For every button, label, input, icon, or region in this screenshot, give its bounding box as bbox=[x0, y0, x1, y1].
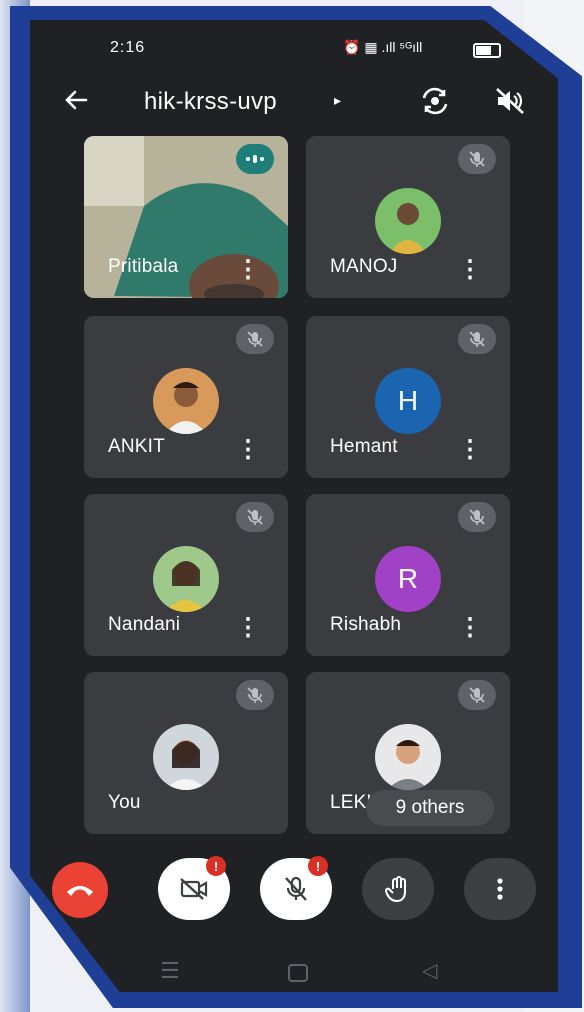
mic-off-icon bbox=[236, 502, 274, 532]
participant-tile[interactable]: Pritibala ⋮ bbox=[84, 136, 288, 298]
recent-apps-icon[interactable]: ☰ bbox=[160, 958, 180, 984]
call-controls: ! ! bbox=[0, 856, 584, 928]
more-options-icon[interactable]: ⋮ bbox=[236, 438, 260, 462]
avatar bbox=[375, 188, 441, 254]
system-nav-bar: ☰ ◁ bbox=[100, 958, 500, 988]
speaker-off-icon[interactable] bbox=[494, 86, 526, 121]
raise-hand-button[interactable] bbox=[362, 858, 434, 920]
participant-tile[interactable]: You bbox=[84, 672, 288, 834]
more-options-icon[interactable]: ⋮ bbox=[458, 438, 482, 462]
participant-name: ANKIT bbox=[108, 436, 165, 457]
camera-toggle-button[interactable]: ! bbox=[158, 856, 230, 920]
alert-badge: ! bbox=[206, 856, 226, 876]
more-options-icon[interactable]: ⋮ bbox=[236, 616, 260, 640]
mic-off-icon bbox=[236, 680, 274, 710]
more-options-icon[interactable]: ⋮ bbox=[458, 258, 482, 282]
home-icon[interactable] bbox=[288, 964, 308, 982]
avatar bbox=[375, 724, 441, 790]
more-options-icon[interactable]: ⋮ bbox=[236, 258, 260, 282]
participant-tile[interactable]: Nandani ⋮ bbox=[84, 494, 288, 656]
more-options-icon[interactable]: ⋮ bbox=[458, 616, 482, 640]
participant-name: MANOJ bbox=[330, 256, 398, 277]
chevron-right-icon[interactable]: ▸ bbox=[334, 92, 341, 109]
more-options-button[interactable] bbox=[464, 858, 536, 920]
signal-icons: ⏰ ▦ .ıll ⁵ᴳıll bbox=[343, 39, 423, 55]
meeting-header: hik-krss-uvp ▸ bbox=[48, 80, 548, 124]
speaking-indicator-icon bbox=[236, 144, 274, 174]
mic-off-icon bbox=[458, 502, 496, 532]
nav-back-icon[interactable]: ◁ bbox=[422, 958, 437, 983]
more-vertical-icon bbox=[497, 878, 503, 900]
avatar: H bbox=[375, 368, 441, 434]
mic-off-icon bbox=[285, 876, 307, 901]
avatar: R bbox=[375, 546, 441, 612]
status-bar: 2:16 ⏰ ▦ .ıll ⁵ᴳıll bbox=[78, 36, 518, 62]
hand-icon bbox=[385, 876, 406, 903]
camera-off-icon bbox=[180, 878, 208, 900]
participant-tile[interactable]: H Hemant ⋮ bbox=[306, 316, 510, 478]
mic-off-icon bbox=[458, 144, 496, 174]
mic-off-icon bbox=[458, 324, 496, 354]
battery-icon bbox=[473, 43, 501, 58]
participant-tile[interactable]: MANOJ ⋮ bbox=[306, 136, 510, 298]
avatar bbox=[153, 368, 219, 434]
participant-name: Rishabh bbox=[330, 614, 402, 635]
participant-name: You bbox=[108, 792, 141, 813]
participant-name: Pritibala bbox=[108, 256, 179, 277]
participant-name: Nandani bbox=[108, 614, 181, 635]
mic-toggle-button[interactable]: ! bbox=[260, 856, 332, 920]
switch-camera-icon[interactable] bbox=[418, 86, 452, 121]
participant-tile[interactable]: R Rishabh ⋮ bbox=[306, 494, 510, 656]
mic-off-icon bbox=[458, 680, 496, 710]
mic-off-icon bbox=[236, 324, 274, 354]
participant-name: Hemant bbox=[330, 436, 398, 457]
participant-tile[interactable]: ANKIT ⋮ bbox=[84, 316, 288, 478]
alert-badge: ! bbox=[308, 856, 328, 876]
back-arrow-icon[interactable] bbox=[62, 86, 90, 120]
status-time: 2:16 bbox=[110, 39, 146, 56]
phone-hangup-icon bbox=[67, 886, 93, 896]
avatar bbox=[153, 724, 219, 790]
others-chip[interactable]: 9 others bbox=[366, 790, 494, 826]
meeting-title[interactable]: hik-krss-uvp bbox=[144, 88, 277, 116]
avatar bbox=[153, 546, 219, 612]
end-call-button[interactable] bbox=[52, 862, 108, 918]
